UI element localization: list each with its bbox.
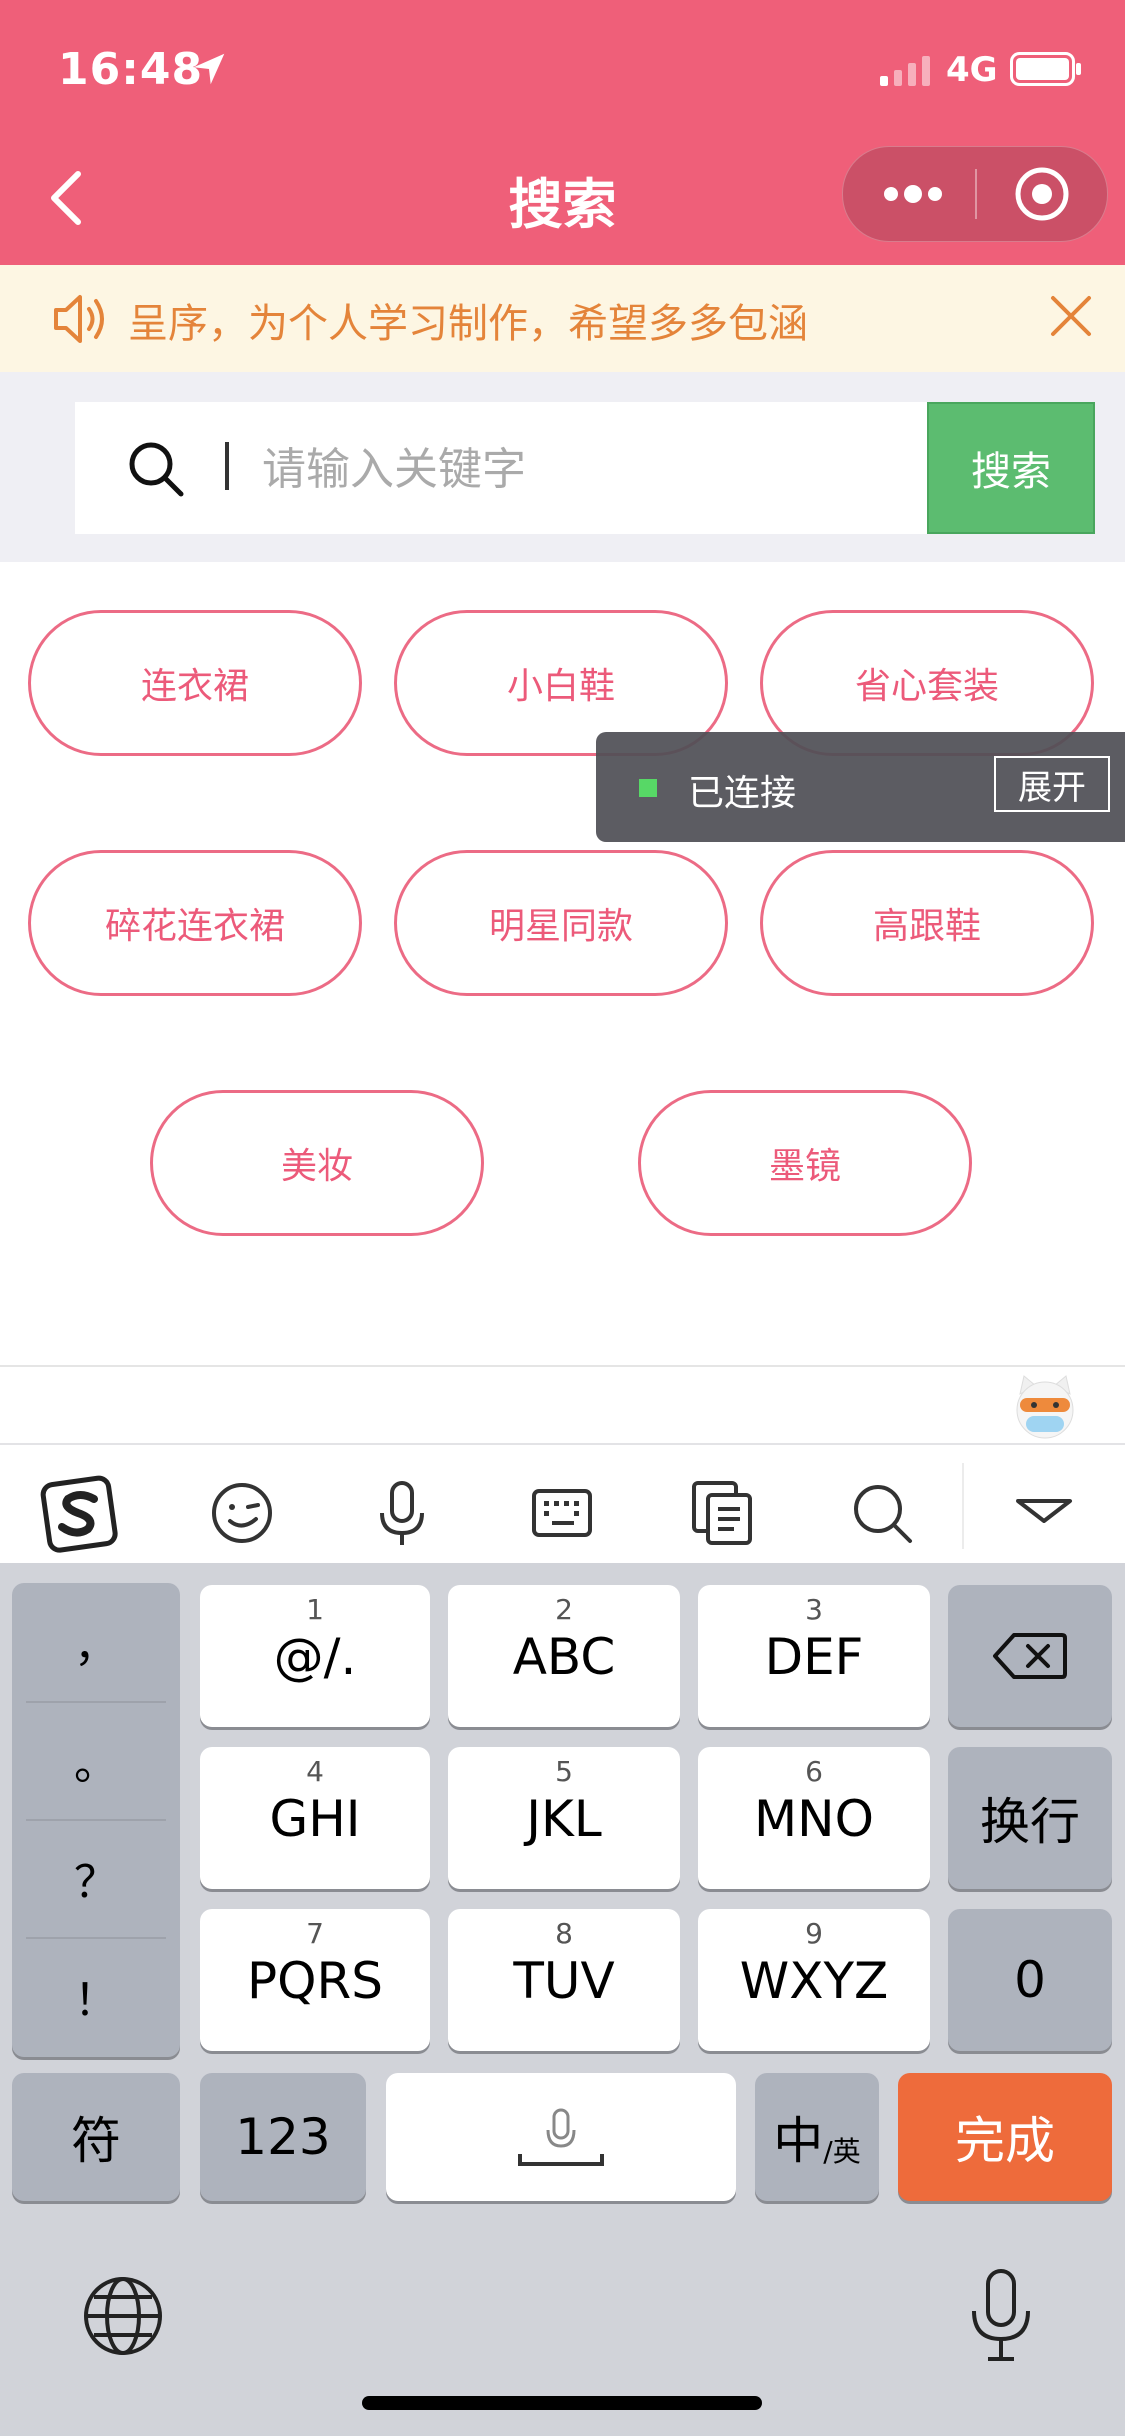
mascot-icon[interactable] bbox=[1010, 1372, 1080, 1442]
search-box bbox=[75, 402, 927, 534]
key-1[interactable]: 1 @/. bbox=[200, 1585, 430, 1727]
search-icon bbox=[129, 442, 184, 497]
keyboard-icon[interactable] bbox=[522, 1473, 602, 1553]
signal-icon bbox=[880, 56, 930, 86]
key-4[interactable]: 4 GHI bbox=[200, 1747, 430, 1889]
key-5[interactable]: 5 JKL bbox=[448, 1747, 680, 1889]
tag-button[interactable]: 明星同款 bbox=[394, 850, 728, 996]
key-number: 5 bbox=[555, 1755, 573, 1788]
backspace-icon bbox=[993, 1633, 1067, 1679]
punctuation-column: ， 。 ？ ！ bbox=[12, 1583, 180, 2057]
key-number: 1 bbox=[306, 1593, 324, 1626]
dictation-mic-icon[interactable] bbox=[966, 2267, 1036, 2363]
zero-key[interactable]: 0 bbox=[948, 1909, 1112, 2051]
space-mic-icon bbox=[518, 2108, 604, 2166]
notice-bar: 呈序，为个人学习制作，希望多多包涵 bbox=[0, 265, 1125, 372]
network-type: 4G bbox=[946, 50, 998, 90]
more-dots-icon[interactable] bbox=[883, 182, 943, 206]
punctuation-key[interactable]: 。 bbox=[12, 1701, 180, 1819]
keyboard: ， 。 ？ ！ 1 @/. 2 ABC 3 DEF 4 GHI 5 JKL 6 … bbox=[0, 1563, 1125, 2436]
key-number: 3 bbox=[805, 1593, 823, 1626]
microphone-icon[interactable] bbox=[362, 1473, 442, 1553]
key-9[interactable]: 9 WXYZ bbox=[698, 1909, 930, 2051]
key-label: TUV bbox=[513, 1952, 615, 2010]
search-input[interactable] bbox=[260, 432, 904, 506]
expand-button[interactable]: 展开 bbox=[994, 756, 1110, 812]
key-number: 7 bbox=[306, 1917, 324, 1950]
key-label: DEF bbox=[764, 1628, 864, 1686]
search-icon[interactable] bbox=[842, 1473, 922, 1553]
tag-button[interactable]: 连衣裙 bbox=[28, 610, 362, 756]
lang-sub: /英 bbox=[823, 2135, 861, 2168]
key-label: ABC bbox=[512, 1628, 616, 1686]
text-caret bbox=[225, 442, 229, 490]
battery-icon bbox=[1010, 52, 1081, 86]
keyboard-toolbar bbox=[0, 1443, 1125, 1565]
globe-icon[interactable] bbox=[82, 2275, 164, 2357]
key-7[interactable]: 7 PQRS bbox=[200, 1909, 430, 2051]
notice-text: 呈序，为个人学习制作，希望多多包涵 bbox=[128, 301, 808, 347]
key-label: PQRS bbox=[247, 1952, 383, 2010]
tag-button[interactable]: 美妆 bbox=[150, 1090, 484, 1236]
search-bar: 搜索 bbox=[0, 372, 1125, 562]
status-dot bbox=[639, 779, 657, 797]
tag-button[interactable]: 高跟鞋 bbox=[760, 850, 1094, 996]
connection-status: 已连接 bbox=[688, 773, 797, 814]
divider bbox=[0, 1365, 1125, 1367]
key-3[interactable]: 3 DEF bbox=[698, 1585, 930, 1727]
numbers-key[interactable]: 123 bbox=[200, 2073, 366, 2201]
speaker-icon bbox=[54, 295, 104, 343]
key-2[interactable]: 2 ABC bbox=[448, 1585, 680, 1727]
capsule-divider bbox=[975, 169, 977, 219]
punctuation-key[interactable]: ？ bbox=[12, 1819, 180, 1937]
key-number: 4 bbox=[306, 1755, 324, 1788]
key-number: 8 bbox=[555, 1917, 573, 1950]
key-6[interactable]: 6 MNO bbox=[698, 1747, 930, 1889]
close-target-icon[interactable] bbox=[1013, 165, 1071, 223]
toolbar-separator bbox=[962, 1463, 964, 1549]
key-label: GHI bbox=[269, 1790, 361, 1848]
connection-overlay: 已连接 展开 bbox=[596, 732, 1125, 842]
punctuation-key[interactable]: ， bbox=[12, 1583, 180, 1701]
key-label: WXYZ bbox=[739, 1952, 889, 2010]
punctuation-key[interactable]: ！ bbox=[12, 1937, 180, 2055]
key-number: 6 bbox=[805, 1755, 823, 1788]
key-number: 9 bbox=[805, 1917, 823, 1950]
top-bar: 16:48 4G 搜索 bbox=[0, 0, 1125, 265]
key-label: MNO bbox=[754, 1790, 874, 1848]
symbols-key[interactable]: 符 bbox=[12, 2073, 180, 2201]
key-number: 2 bbox=[555, 1593, 573, 1626]
emoji-icon[interactable] bbox=[202, 1473, 282, 1553]
sogou-logo-icon[interactable] bbox=[40, 1473, 120, 1553]
space-key[interactable] bbox=[386, 2073, 736, 2201]
tag-button[interactable]: 墨镜 bbox=[638, 1090, 972, 1236]
key-label: @/. bbox=[273, 1628, 357, 1686]
translate-icon[interactable] bbox=[682, 1473, 762, 1553]
home-indicator bbox=[362, 2396, 762, 2410]
mini-program-capsule bbox=[842, 146, 1108, 242]
status-time: 16:48 bbox=[58, 44, 204, 95]
tag-button[interactable]: 碎花连衣裙 bbox=[28, 850, 362, 996]
search-button[interactable]: 搜索 bbox=[927, 402, 1095, 534]
key-label: JKL bbox=[526, 1790, 602, 1848]
key-8[interactable]: 8 TUV bbox=[448, 1909, 680, 2051]
done-key[interactable]: 完成 bbox=[898, 2073, 1112, 2201]
lang-main: 中 bbox=[773, 2112, 824, 2170]
close-icon[interactable] bbox=[1050, 295, 1092, 337]
delete-key[interactable] bbox=[948, 1585, 1112, 1727]
newline-key[interactable]: 换行 bbox=[948, 1747, 1112, 1889]
language-switch-key[interactable]: 中/英 bbox=[755, 2073, 879, 2201]
location-arrow-icon bbox=[193, 53, 225, 85]
collapse-keyboard-icon[interactable] bbox=[1004, 1473, 1084, 1553]
